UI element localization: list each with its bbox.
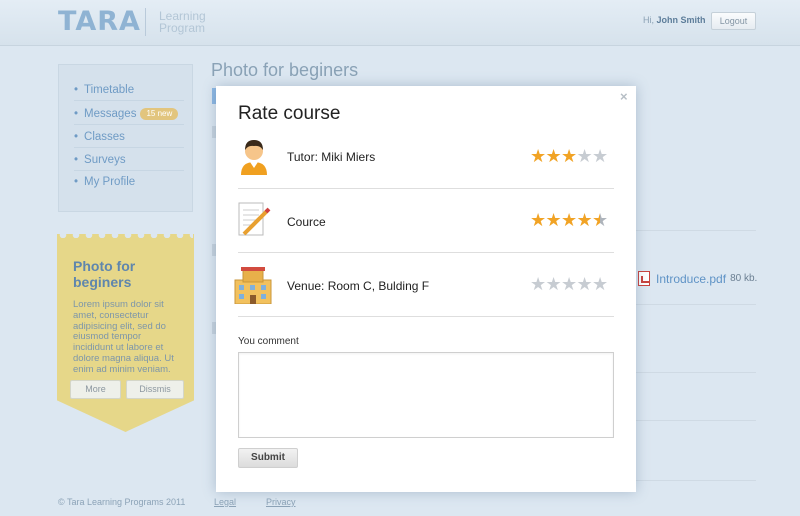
star-icon[interactable]: ★ xyxy=(577,147,593,165)
star-icon[interactable]: ★ xyxy=(561,211,577,229)
pdf-icon xyxy=(638,271,650,286)
star-icon[interactable]: ★ xyxy=(546,211,562,229)
divider xyxy=(636,304,756,305)
star-icon[interactable]: ★ xyxy=(561,147,577,165)
star-icon[interactable]: ★ xyxy=(530,211,546,229)
rating-label: Cource xyxy=(287,215,326,229)
promo-text: Lorem ipsum dolor sit amet, consectetur … xyxy=(73,299,174,375)
page-title: Photo for beginers xyxy=(211,60,359,80)
sidebar-item-label: Timetable xyxy=(84,84,135,96)
comment-label: You comment xyxy=(238,336,299,347)
bullet-icon: • xyxy=(74,108,79,120)
sidebar-item-label: Classes xyxy=(84,131,125,143)
rating-row-tutor: Tutor: Miki Miers ★★★★★ xyxy=(238,125,614,189)
comment-textarea[interactable] xyxy=(238,352,614,438)
star-icon[interactable]: ★ xyxy=(561,275,577,293)
star-rating[interactable]: ★★★★★ xyxy=(530,275,608,293)
sidebar-item-timetable[interactable]: • Timetable xyxy=(74,79,184,101)
attachment-link[interactable]: Introduce.pdf 80 kb. xyxy=(638,271,757,286)
sidebar-item-classes[interactable]: • Classes xyxy=(74,126,184,148)
star-icon[interactable]: ★ xyxy=(592,211,608,229)
close-icon[interactable]: × xyxy=(620,89,628,104)
rating-row-course: Cource ★★★★★ xyxy=(238,189,614,253)
footer-copyright: © Tara Learning Programs 2011 xyxy=(58,497,186,507)
messages-badge: 15 new xyxy=(140,108,179,120)
divider xyxy=(636,230,756,231)
divider xyxy=(636,420,756,421)
star-rating[interactable]: ★★★★★ xyxy=(530,211,608,229)
user-avatar-icon xyxy=(241,140,267,175)
more-button[interactable]: More xyxy=(70,380,121,399)
user-name[interactable]: John Smith xyxy=(657,15,706,25)
divider xyxy=(636,480,756,481)
logo-divider xyxy=(145,8,146,36)
dismiss-button[interactable]: Dissmis xyxy=(126,380,184,399)
logout-button[interactable]: Logout xyxy=(711,12,756,30)
app-logo[interactable]: TARA xyxy=(58,6,141,37)
star-rating[interactable]: ★★★★★ xyxy=(530,147,608,165)
bullet-icon: • xyxy=(74,176,79,188)
star-icon[interactable]: ★ xyxy=(546,147,562,165)
rating-row-venue: Venue: Room C, Bulding F ★★★★★ xyxy=(234,253,614,317)
star-icon[interactable]: ★ xyxy=(530,275,546,293)
rating-label: Tutor: Miki Miers xyxy=(287,150,376,164)
submit-button[interactable]: Submit xyxy=(238,448,298,468)
bullet-icon: • xyxy=(74,84,79,96)
building-icon xyxy=(234,267,272,304)
sidebar-item-surveys[interactable]: • Surveys xyxy=(74,149,184,171)
document-pencil-icon xyxy=(238,202,271,236)
greeting-label: Hi, xyxy=(643,15,654,25)
sidebar-item-label: Messages xyxy=(84,108,137,120)
footer-legal-link[interactable]: Legal xyxy=(214,497,236,507)
sidebar-item-messages[interactable]: • Messages 15 new xyxy=(74,103,184,125)
footer-privacy-link[interactable]: Privacy xyxy=(266,497,296,507)
sidebar-item-my-profile[interactable]: • My Profile xyxy=(74,171,184,193)
sidebar-item-label: My Profile xyxy=(84,176,136,188)
star-icon[interactable]: ★ xyxy=(530,147,546,165)
promo-title: Photo for beginers xyxy=(73,258,136,290)
bullet-icon: • xyxy=(74,131,79,143)
rating-label: Venue: Room C, Bulding F xyxy=(287,279,430,293)
star-icon[interactable]: ★ xyxy=(546,275,562,293)
modal-title: Rate course xyxy=(238,103,341,124)
attachment-size: 80 kb. xyxy=(730,273,758,284)
divider xyxy=(636,372,756,373)
app-logo-subtitle: Learning Program xyxy=(159,9,206,35)
attachment-name: Introduce.pdf xyxy=(656,271,727,286)
star-icon[interactable]: ★ xyxy=(577,211,593,229)
promo-perforation xyxy=(59,232,193,238)
user-greeting: Hi, John Smith xyxy=(643,15,706,25)
sidebar-item-label: Surveys xyxy=(84,154,126,166)
star-icon[interactable]: ★ xyxy=(592,147,608,165)
star-icon[interactable]: ★ xyxy=(577,275,593,293)
bullet-icon: • xyxy=(74,154,79,166)
star-icon[interactable]: ★ xyxy=(592,275,608,293)
